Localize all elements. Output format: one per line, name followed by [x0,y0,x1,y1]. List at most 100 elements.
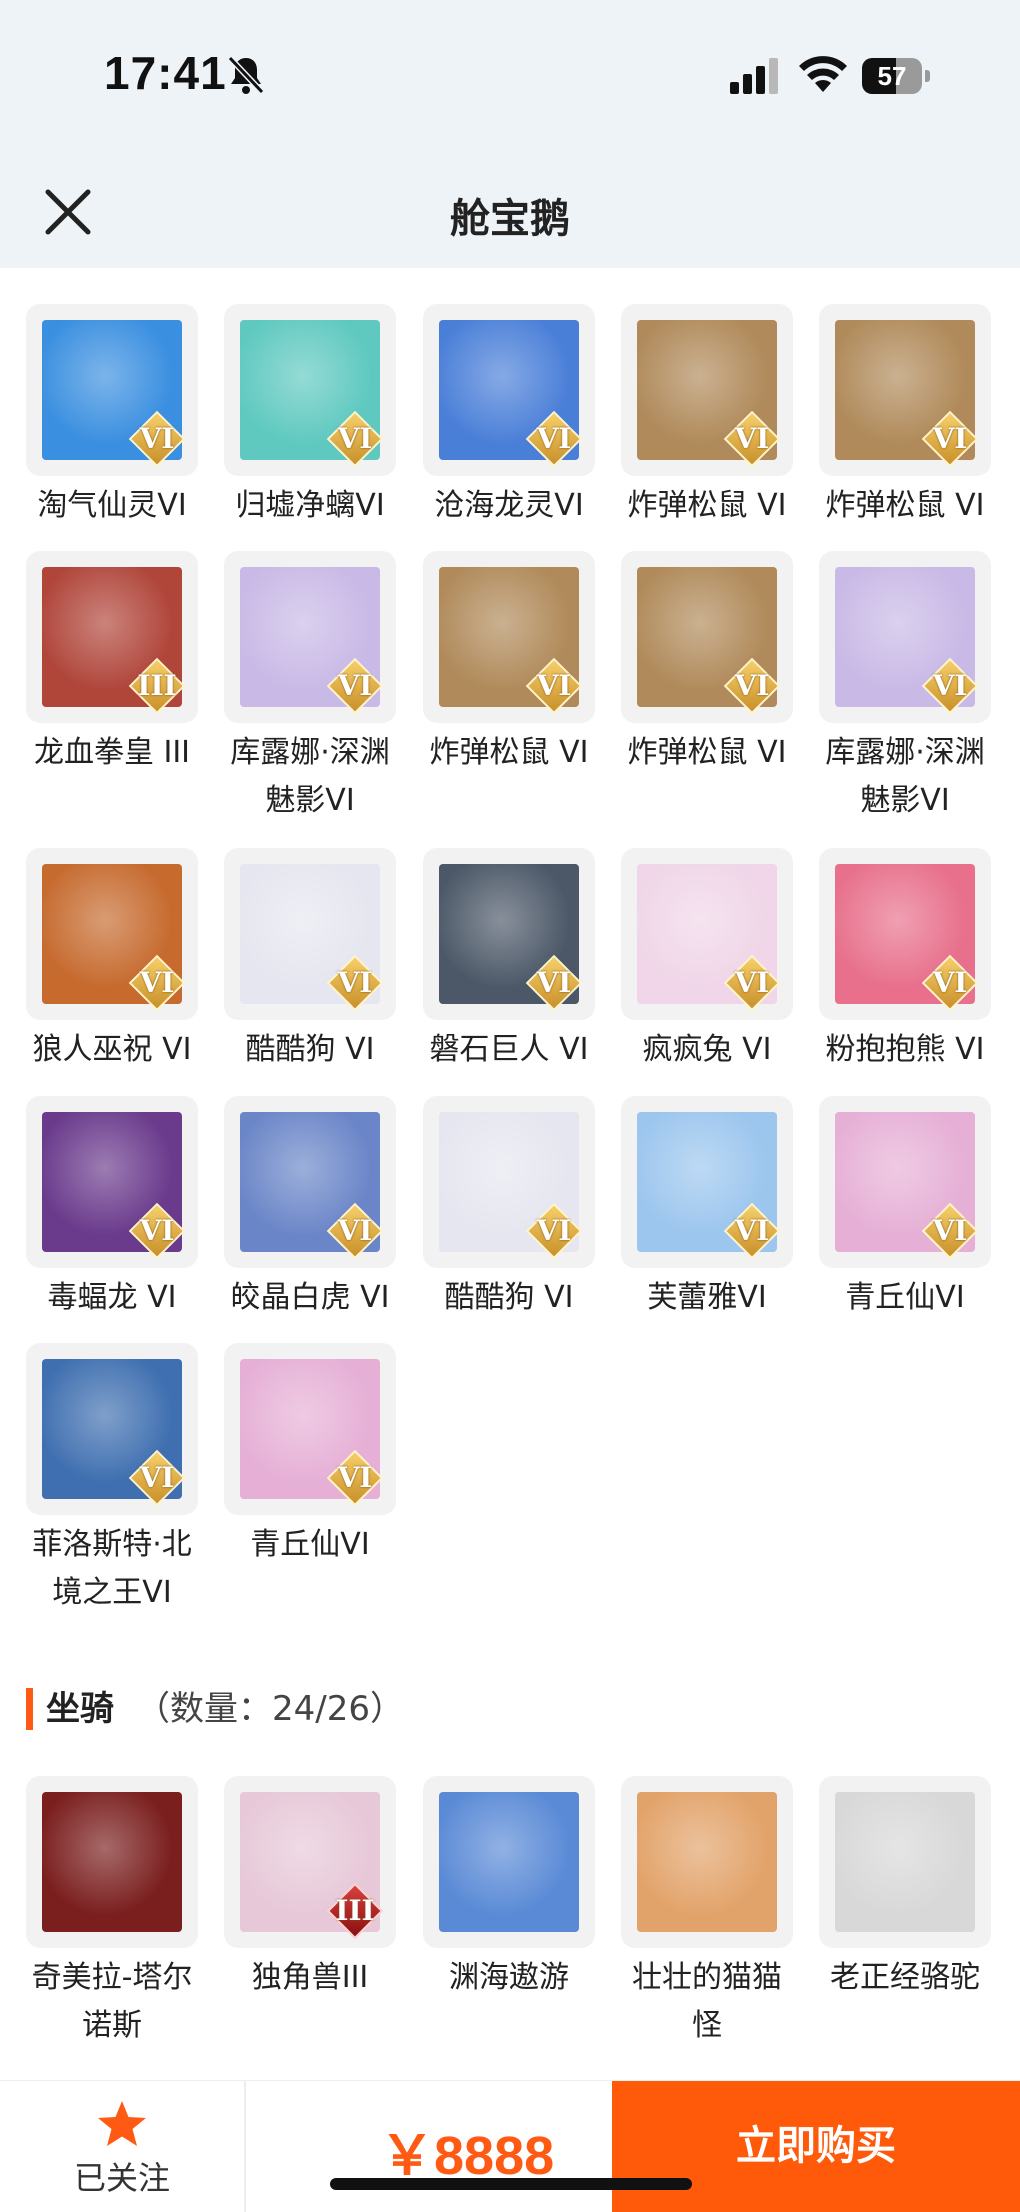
item-thumbnail[interactable]: VI [224,1096,396,1268]
item-thumbnail[interactable]: VI [224,304,396,476]
status-time: 17:41 [104,47,227,99]
nav-bar: 舱宝鹅 [0,160,1020,268]
grid-item[interactable]: VI 炸弹松鼠 VI [619,304,795,530]
grid-item[interactable]: VI 库露娜·深渊魅影VI [817,551,993,825]
item-name: 炸弹松鼠 VI [429,735,589,770]
item-thumbnail[interactable]: VI [621,1096,793,1268]
item-thumbnail[interactable]: VI [26,848,198,1020]
item-name: 毒蝠龙 VI [47,1280,177,1315]
grid-item[interactable]: III 独角兽III [222,1776,398,2002]
grid-item[interactable]: VI 磐石巨人 VI [421,848,597,1074]
bottom-action-bar: 已关注 ￥8888 立即购买 [0,2080,1020,2212]
grid-item[interactable]: VI 沧海龙灵VI [421,304,597,530]
rank-text: VI [337,1214,373,1247]
grid-item[interactable]: VI 青丘仙VI [817,1096,993,1322]
item-thumbnail[interactable] [423,1776,595,1948]
item-thumbnail[interactable] [819,1776,991,1948]
item-art [42,1792,182,1932]
grid-item[interactable]: VI 菲洛斯特·北境之王VI [24,1343,200,1617]
rank-text: III [335,1894,375,1927]
rank-text: VI [536,669,572,702]
grid-item[interactable]: VI 淘气仙灵VI [24,304,200,530]
status-bar: 17:41 57 [0,0,1020,160]
rank-text: III [137,669,177,702]
item-thumbnail[interactable] [621,1776,793,1948]
item-name: 炸弹松鼠 VI [627,488,787,523]
section-title: 坐骑 [46,1689,114,1729]
item-thumbnail[interactable]: VI [224,551,396,723]
item-thumbnail[interactable]: VI [26,1343,198,1515]
item-art [637,1792,777,1932]
item-thumbnail[interactable]: VI [819,1096,991,1268]
follow-button[interactable]: 已关注 [0,2081,246,2212]
grid-item[interactable]: VI 皎晶白虎 VI [222,1096,398,1322]
item-thumbnail[interactable]: VI [621,848,793,1020]
item-thumbnail[interactable]: III [224,1776,396,1948]
rank-text: VI [337,422,373,455]
item-name: 青丘仙VI [845,1280,965,1315]
grid-item[interactable]: VI 库露娜·深渊魅影VI [222,551,398,825]
grid-item[interactable]: VI 芙蕾雅VI [619,1096,795,1322]
grid-item[interactable]: III 龙血拳皇 III [24,551,200,777]
grid-item[interactable]: VI 青丘仙VI [222,1343,398,1569]
grid-item[interactable]: VI 毒蝠龙 VI [24,1096,200,1322]
rank-text: VI [139,422,175,455]
item-thumbnail[interactable]: VI [224,1343,396,1515]
section-accent-bar [26,1688,33,1730]
item-name: 库露娜·深渊魅影VI [230,735,390,818]
grid-item[interactable]: VI 狼人巫祝 VI [24,848,200,1074]
section-count: （数量：24/26） [136,1689,404,1729]
item-thumbnail[interactable]: VI [26,1096,198,1268]
item-thumbnail[interactable]: VI [621,304,793,476]
item-name: 芙蕾雅VI [647,1280,767,1315]
grid-item[interactable]: 渊海遨游 [421,1776,597,2002]
item-thumbnail[interactable]: VI [423,1096,595,1268]
grid-item[interactable]: 壮壮的猫猫怪 [619,1776,795,2050]
grid-item[interactable]: VI 粉抱抱熊 VI [817,848,993,1074]
grid-item[interactable]: VI 酷酷狗 VI [222,848,398,1074]
item-thumbnail[interactable]: III [26,551,198,723]
item-thumbnail[interactable]: VI [819,551,991,723]
item-name: 奇美拉-塔尔诺斯 [31,1960,193,2043]
item-name: 归墟净螭VI [235,488,385,523]
rank-badge: VI [723,1202,781,1260]
rank-text: VI [734,1214,770,1247]
wifi-icon [799,56,847,92]
rank-badge: VI [326,954,384,1012]
buy-now-button[interactable]: 立即购买 [612,2081,1020,2212]
battery-indicator: 57 [862,58,932,94]
rank-text: VI [337,669,373,702]
rank-text: VI [734,966,770,999]
item-name: 菲洛斯特·北境之王VI [32,1527,192,1610]
grid-item[interactable]: VI 疯疯兔 VI [619,848,795,1074]
item-thumbnail[interactable]: VI [819,848,991,1020]
rank-badge: VI [128,954,186,1012]
item-thumbnail[interactable]: VI [819,304,991,476]
grid-item[interactable]: VI 炸弹松鼠 VI [817,304,993,530]
rank-badge: III [128,657,186,715]
rank-text: VI [536,422,572,455]
item-name: 酷酷狗 VI [444,1280,574,1315]
item-thumbnail[interactable]: VI [423,304,595,476]
grid-item[interactable]: VI 炸弹松鼠 VI [421,551,597,777]
rank-badge: VI [921,410,979,468]
item-thumbnail[interactable]: VI [224,848,396,1020]
item-art [439,1792,579,1932]
item-name: 沧海龙灵VI [434,488,584,523]
star-icon [98,2101,146,2146]
grid-item[interactable]: VI 归墟净螭VI [222,304,398,530]
item-thumbnail[interactable]: VI [26,304,198,476]
item-name: 库露娜·深渊魅影VI [825,735,985,818]
rank-text: VI [734,669,770,702]
item-thumbnail[interactable]: VI [621,551,793,723]
item-thumbnail[interactable]: VI [423,848,595,1020]
grid-item[interactable]: 奇美拉-塔尔诺斯 [24,1776,200,2050]
grid-item[interactable]: VI 炸弹松鼠 VI [619,551,795,777]
item-thumbnail[interactable]: VI [423,551,595,723]
grid-item[interactable]: VI 酷酷狗 VI [421,1096,597,1322]
item-thumbnail[interactable] [26,1776,198,1948]
rank-text: VI [139,966,175,999]
grid-item[interactable]: 老正经骆驼 [817,1776,993,2002]
rank-text: VI [932,966,968,999]
rank-badge: VI [326,1202,384,1260]
